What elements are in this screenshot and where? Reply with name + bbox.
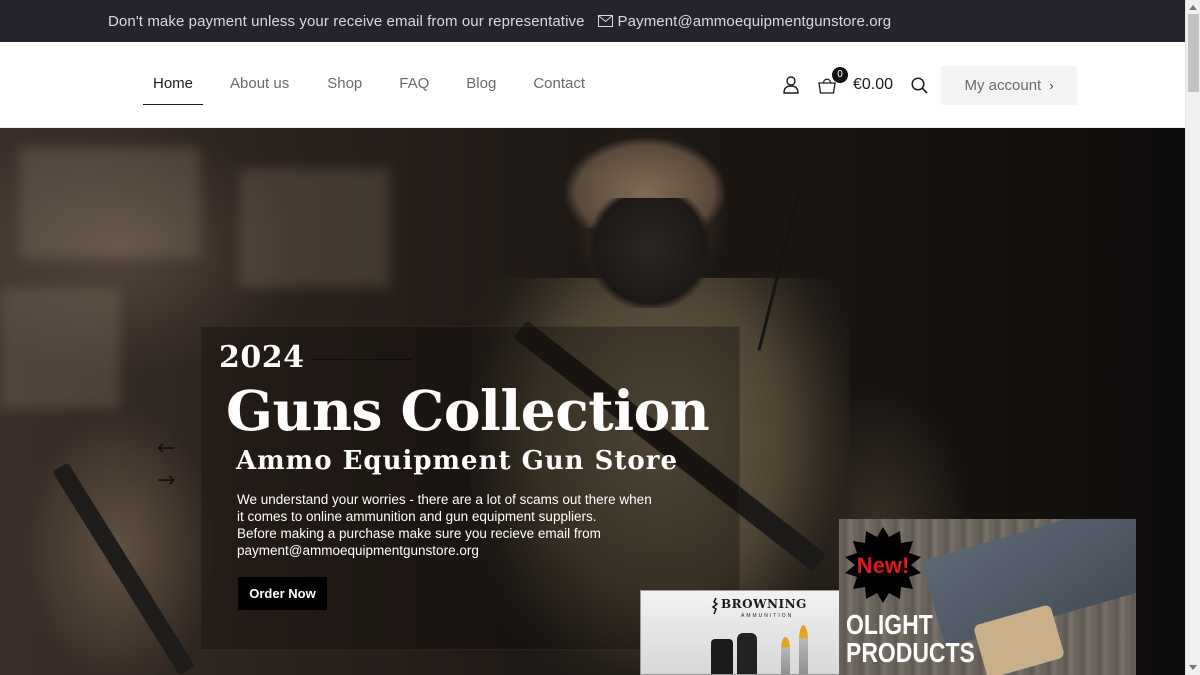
background-window-light bbox=[0, 288, 120, 408]
hero-year: 2024 bbox=[219, 340, 305, 375]
envelope-icon bbox=[597, 15, 613, 27]
nav-shop[interactable]: Shop bbox=[327, 42, 362, 128]
hero-title: Guns Collection bbox=[226, 378, 710, 443]
browning-subtitle: AMMUNITION bbox=[741, 613, 794, 619]
page-scrollbar[interactable] bbox=[1185, 0, 1200, 675]
olight-line2: PRODUCTS bbox=[846, 637, 975, 668]
hero-subtitle: Ammo Equipment Gun Store bbox=[236, 446, 678, 476]
hero-soldier-face bbox=[590, 198, 710, 308]
user-button[interactable] bbox=[783, 76, 799, 94]
search-button[interactable] bbox=[911, 76, 928, 94]
scroll-up-arrow-icon[interactable] bbox=[1189, 5, 1197, 10]
hero-rifle-left bbox=[52, 462, 195, 675]
nav-about-us[interactable]: About us bbox=[230, 42, 289, 128]
hero-description-line: We understand your worries - there are a… bbox=[237, 492, 652, 524]
scroll-down-arrow-icon[interactable] bbox=[1189, 665, 1197, 670]
cart-count-badge: 0 bbox=[832, 67, 848, 83]
cart-button[interactable]: 0 €0.00 bbox=[817, 67, 894, 94]
contact-email-link[interactable]: Payment@ammoequipmentgunstore.org bbox=[597, 12, 892, 30]
header-actions: 0 €0.00 My account › bbox=[783, 42, 1078, 128]
slider-next-arrow-icon[interactable]: → bbox=[157, 470, 175, 492]
hero-description-line: Before making a purchase make sure you r… bbox=[237, 526, 601, 558]
nav-faq[interactable]: FAQ bbox=[399, 42, 429, 128]
olight-line1: OLIGHT bbox=[846, 609, 933, 640]
nav-blog[interactable]: Blog bbox=[466, 42, 496, 128]
new-badge-text: New! bbox=[856, 553, 910, 578]
olight-products-text: OLIGHT PRODUCTS bbox=[846, 611, 975, 667]
buckmark-logo-icon bbox=[711, 597, 719, 615]
hero-description: We understand your worries - there are a… bbox=[237, 491, 657, 559]
cart-total: €0.00 bbox=[853, 76, 894, 93]
search-icon bbox=[911, 76, 928, 94]
nav-home[interactable]: Home bbox=[143, 42, 203, 128]
order-now-button[interactable]: Order Now bbox=[238, 577, 327, 610]
my-account-button[interactable]: My account › bbox=[941, 65, 1078, 105]
browning-brand: BROWNING bbox=[721, 597, 807, 611]
scrollbar-thumb[interactable] bbox=[1188, 14, 1199, 92]
browning-promo-card[interactable]: BROWNING AMMUNITION bbox=[640, 590, 840, 675]
hero-year-divider bbox=[312, 359, 412, 360]
chevron-right-icon: › bbox=[1049, 77, 1054, 93]
olight-promo-card[interactable]: New! OLIGHT PRODUCTS bbox=[839, 519, 1136, 675]
slider-prev-arrow-icon[interactable]: ← bbox=[157, 438, 175, 460]
nav-contact[interactable]: Contact bbox=[533, 42, 585, 128]
bullet-image bbox=[781, 637, 790, 674]
ammo-can bbox=[711, 639, 733, 674]
ammo-can bbox=[737, 633, 757, 674]
top-announcement-bar: Don't make payment unless your receive e… bbox=[0, 0, 1185, 42]
user-icon bbox=[783, 76, 799, 94]
main-nav: Home About us Shop FAQ Blog Contact bbox=[143, 42, 585, 128]
background-window-light bbox=[20, 148, 200, 258]
contact-email: Payment@ammoequipmentgunstore.org bbox=[617, 12, 892, 30]
bullet-image bbox=[799, 625, 808, 674]
my-account-label: My account bbox=[964, 76, 1042, 94]
site-header: Home About us Shop FAQ Blog Contact 0 €0… bbox=[0, 42, 1185, 128]
background-window-light bbox=[240, 168, 390, 288]
payment-notice: Don't make payment unless your receive e… bbox=[108, 12, 585, 30]
